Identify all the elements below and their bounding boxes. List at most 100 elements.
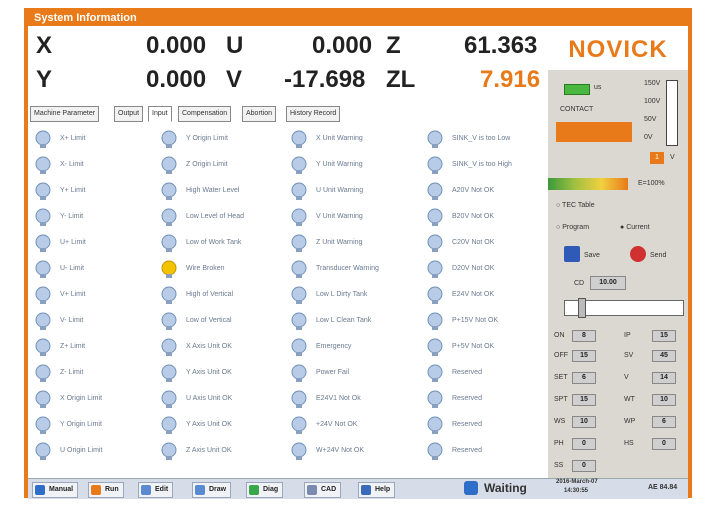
current-radio[interactable]: ● Current bbox=[620, 224, 650, 231]
input-signal-label: A20V Not OK bbox=[452, 187, 495, 194]
param-ph-value[interactable]: 0 bbox=[572, 438, 596, 450]
bulb-off-icon bbox=[291, 390, 307, 408]
bulb-off-icon bbox=[35, 364, 51, 382]
bulb-off-icon bbox=[35, 234, 51, 252]
taskbar-button-label: Draw bbox=[209, 486, 227, 493]
right-panel: NOVICK us CONTACT 150V 100V 50V 0V 1 V E… bbox=[548, 26, 688, 478]
taskbar-button-cad[interactable]: CAD bbox=[304, 482, 342, 498]
input-signal-label: V- Limit bbox=[60, 317, 84, 324]
tab-machine-parameter[interactable]: Machine Parameter bbox=[30, 106, 100, 122]
bulb-off-icon bbox=[427, 156, 443, 174]
input-signal-label: SINK_V is too High bbox=[452, 161, 512, 168]
input-signal-label: B20V Not OK bbox=[452, 213, 495, 220]
input-signal-label: Y Origin Limit bbox=[186, 135, 228, 142]
axis-zl-label: ZL bbox=[386, 66, 416, 93]
bulb-off-icon bbox=[35, 312, 51, 330]
input-signal-label: X+ Limit bbox=[60, 135, 86, 142]
cd-value[interactable]: 10.00 bbox=[590, 276, 626, 290]
param-ip-value[interactable]: 15 bbox=[652, 330, 676, 342]
save-button[interactable]: Save bbox=[584, 252, 600, 259]
scale-unit: V bbox=[670, 154, 675, 161]
tec-table-radio[interactable]: ○ TEC Table bbox=[556, 202, 595, 209]
param-wp-value[interactable]: 6 bbox=[652, 416, 676, 428]
program-radio[interactable]: ○ Program bbox=[556, 224, 589, 231]
param-hs-value[interactable]: 0 bbox=[652, 438, 676, 450]
input-signal-label: +24V Not OK bbox=[316, 421, 358, 428]
tab-input[interactable]: Input bbox=[148, 106, 172, 122]
send-button[interactable]: Send bbox=[650, 252, 666, 259]
param-on-value[interactable]: 8 bbox=[572, 330, 596, 342]
bulb-off-icon bbox=[291, 364, 307, 382]
contact-button[interactable] bbox=[556, 122, 632, 142]
taskbar-button-manual[interactable]: Manual bbox=[32, 482, 79, 498]
time-text: 14:30:55 bbox=[564, 488, 589, 494]
input-signal-label: X- Limit bbox=[60, 161, 84, 168]
param-set-value[interactable]: 6 bbox=[572, 372, 596, 384]
cad-icon bbox=[307, 485, 317, 495]
bulb-off-icon bbox=[291, 260, 307, 278]
input-signal-label: Transducer Warning bbox=[316, 265, 379, 272]
tab-history-record[interactable]: History Record bbox=[286, 106, 341, 122]
taskbar-button-help[interactable]: Help bbox=[358, 482, 396, 498]
param-v-value[interactable]: 14 bbox=[652, 372, 676, 384]
param-ws-value[interactable]: 10 bbox=[572, 416, 596, 428]
taskbar-button-draw[interactable]: Draw bbox=[192, 482, 232, 498]
scale-150: 150V bbox=[644, 80, 661, 87]
input-signal-label: X Axis Unit OK bbox=[186, 343, 232, 350]
input-signal-label: Y+ Limit bbox=[60, 187, 86, 194]
taskbar-button-edit[interactable]: Edit bbox=[138, 482, 174, 498]
voltage-gauge bbox=[666, 80, 678, 146]
help-icon bbox=[361, 485, 371, 495]
slider-thumb[interactable] bbox=[578, 298, 586, 318]
send-icon[interactable] bbox=[630, 246, 646, 262]
axis-x-label: X bbox=[36, 32, 53, 59]
axis-y-label: Y bbox=[36, 66, 53, 93]
param-wt-value[interactable]: 10 bbox=[652, 394, 676, 406]
input-signal-label: D20V Not OK bbox=[452, 265, 495, 272]
bulb-off-icon bbox=[427, 416, 443, 434]
bulb-off-icon bbox=[291, 130, 307, 148]
axis-z-value: 61.363 bbox=[464, 32, 538, 59]
bulb-off-icon bbox=[161, 390, 177, 408]
taskbar-button-diag[interactable]: Diag bbox=[246, 482, 284, 498]
status-indicator-icon bbox=[464, 481, 478, 495]
input-signal-label: P+5V Not OK bbox=[452, 343, 495, 350]
coordinate-readout: X 0.000 U 0.000 Z 61.363 Y 0.000 V -17.6… bbox=[28, 26, 548, 98]
unit-label: us bbox=[594, 84, 602, 91]
save-icon[interactable] bbox=[564, 246, 580, 262]
param-hs-label: HS bbox=[624, 440, 634, 447]
param-ss-value[interactable]: 0 bbox=[572, 460, 596, 472]
bulb-off-icon bbox=[161, 338, 177, 356]
input-signal-label: V+ Limit bbox=[60, 291, 86, 298]
bulb-off-icon bbox=[161, 442, 177, 460]
bulb-on-icon bbox=[161, 260, 177, 278]
taskbar-button-run[interactable]: Run bbox=[88, 482, 124, 498]
tab-compensation[interactable]: Compensation bbox=[178, 106, 232, 122]
bulb-off-icon bbox=[35, 442, 51, 460]
bulb-off-icon bbox=[35, 338, 51, 356]
axis-x-value: 0.000 bbox=[146, 32, 207, 59]
tab-output[interactable]: Output bbox=[114, 106, 144, 122]
input-signal-label: Reserved bbox=[452, 369, 482, 376]
input-signal-label: Low of Vertical bbox=[186, 317, 232, 324]
tab-abortion[interactable]: Abortion bbox=[242, 106, 277, 122]
axis-v-label: V bbox=[226, 66, 243, 93]
param-spt-value[interactable]: 15 bbox=[572, 394, 596, 406]
param-on-label: ON bbox=[554, 332, 565, 339]
axis-y-value: 0.000 bbox=[146, 66, 207, 93]
input-signal-label: Y Axis Unit OK bbox=[186, 369, 232, 376]
input-signal-label: Z+ Limit bbox=[60, 343, 86, 350]
param-off-value[interactable]: 15 bbox=[572, 350, 596, 362]
input-signal-label: E24V Not OK bbox=[452, 291, 495, 298]
input-signal-label: Y Origin Limit bbox=[60, 421, 102, 428]
input-signal-label: U Origin Limit bbox=[60, 447, 103, 454]
param-sv-value[interactable]: 45 bbox=[652, 350, 676, 362]
input-signal-label: U+ Limit bbox=[60, 239, 86, 246]
bulb-off-icon bbox=[35, 182, 51, 200]
input-signal-label: Z Unit Warning bbox=[316, 239, 363, 246]
input-signal-label: X Unit Warning bbox=[316, 135, 363, 142]
param-ph-label: PH bbox=[554, 440, 564, 447]
input-signal-label: E24V1 Not Ok bbox=[316, 395, 361, 402]
param-ss-label: SS bbox=[554, 462, 564, 469]
cd-label: CD bbox=[574, 280, 585, 287]
